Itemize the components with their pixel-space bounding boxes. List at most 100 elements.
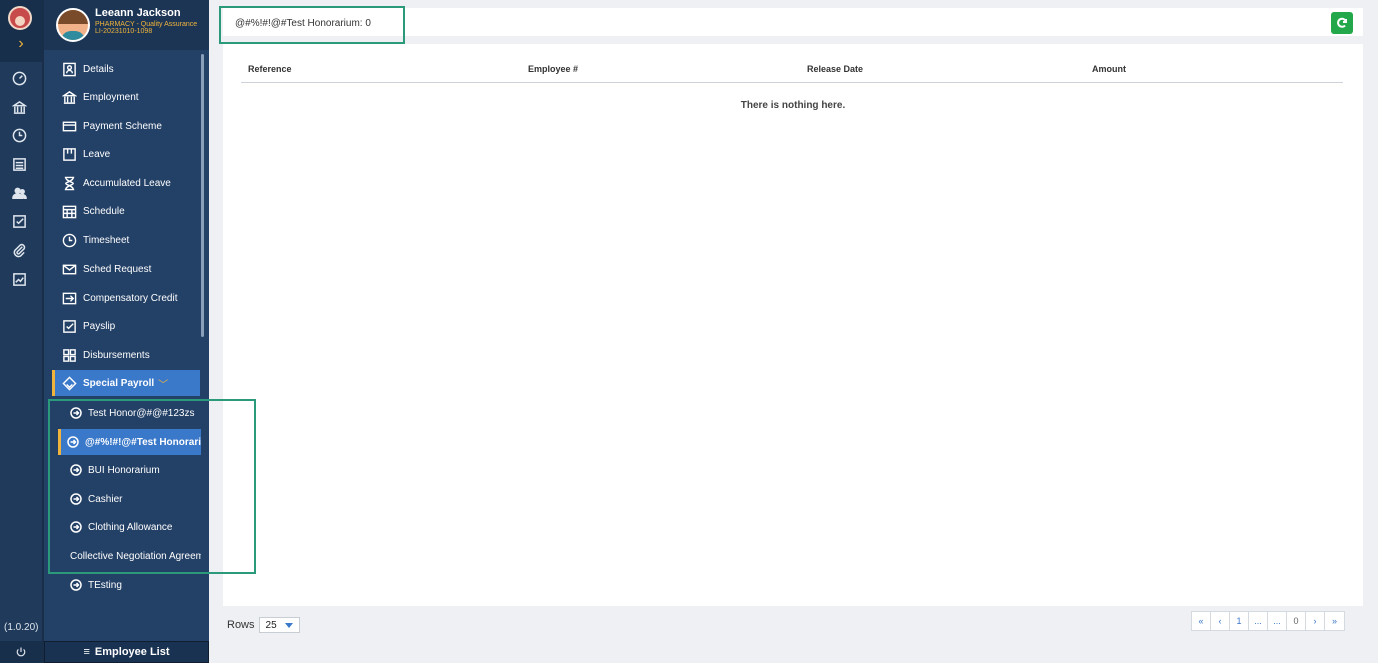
- column-header-amount[interactable]: Amount: [1092, 64, 1126, 74]
- sidebar-item-label: Timesheet: [83, 234, 130, 246]
- paperclip-icon[interactable]: [9, 240, 29, 260]
- user-role: PHARMACY - Quality Assurance: [95, 21, 198, 28]
- arrow-circle-icon: [70, 464, 82, 476]
- employee-list-button[interactable]: ≡ Employee List: [44, 641, 209, 663]
- rail-header: ›: [0, 0, 42, 62]
- sidebar-item-label: Leave: [83, 148, 111, 160]
- submenu-item-active[interactable]: @#%!#!@#Test Honorarium: [58, 429, 201, 455]
- submenu-item[interactable]: Clothing Allowance: [58, 514, 201, 540]
- sidebar-item-payslip[interactable]: Payslip: [44, 313, 201, 339]
- submenu-item-label: Clothing Allowance: [88, 521, 173, 533]
- sidebar-item-details[interactable]: Details: [44, 56, 201, 82]
- clock-icon: [61, 232, 77, 248]
- main-content: @#%!#!@#Test Honorarium: 0 Reference Emp…: [209, 0, 1378, 663]
- page-next-button[interactable]: ›: [1306, 612, 1325, 630]
- sidebar-item-label: Employment: [83, 91, 139, 103]
- submenu-item[interactable]: Test Honor@#@#123zs: [58, 400, 201, 426]
- checkbox-icon: [61, 318, 77, 334]
- empty-state-message: There is nothing here.: [740, 100, 846, 111]
- sidebar-item-label: Schedule: [83, 205, 125, 217]
- user-id: LI-20231010-1098: [95, 28, 153, 35]
- arrow-circle-icon: [67, 436, 79, 448]
- details-icon: [61, 61, 77, 77]
- refresh-button[interactable]: [1331, 12, 1353, 34]
- employee-list-label: Employee List: [94, 646, 170, 658]
- sidebar-item-label: Accumulated Leave: [83, 177, 171, 189]
- submenu-item-label: Test Honor@#@#123zs: [88, 407, 195, 419]
- user-profile[interactable]: Leeann Jackson PHARMACY - Quality Assura…: [44, 0, 209, 50]
- page-title: @#%!#!@#Test Honorarium: 0: [235, 18, 371, 29]
- submenu-item[interactable]: Collective Negotiation Agreeme: [58, 543, 201, 569]
- sidebar-item-employment[interactable]: Employment: [44, 84, 201, 110]
- submenu-item-label: Cashier: [88, 493, 123, 505]
- page-button[interactable]: 1: [1230, 612, 1249, 630]
- column-header-release-date[interactable]: Release Date: [807, 64, 863, 74]
- sidebar-item-special-payroll[interactable]: Special Payroll ﹀: [52, 370, 200, 396]
- column-header-employee[interactable]: Employee #: [528, 64, 578, 74]
- list-icon[interactable]: [9, 154, 29, 174]
- sidebar-item-compensatory-credit[interactable]: Compensatory Credit: [44, 285, 201, 311]
- sidebar-scrollbar[interactable]: [201, 54, 204, 337]
- sidebar-item-disbursements[interactable]: Disbursements: [44, 342, 201, 368]
- sidebar-item-payment-scheme[interactable]: Payment Scheme: [44, 113, 201, 139]
- power-icon[interactable]: [0, 641, 42, 663]
- submenu-item-label: BUI Honorarium: [88, 464, 160, 476]
- sidebar-item-label: Compensatory Credit: [83, 292, 178, 304]
- avatar: [56, 8, 90, 42]
- submenu-item[interactable]: BUI Honorarium: [58, 457, 201, 483]
- submenu-item[interactable]: TEsting: [58, 572, 201, 598]
- menu-icon: ≡: [83, 646, 90, 658]
- sidebar-item-sched-request[interactable]: Sched Request: [44, 256, 201, 282]
- page-last-button[interactable]: »: [1325, 612, 1344, 630]
- submenu-item[interactable]: Cashier: [58, 486, 201, 512]
- user-name: Leeann Jackson: [95, 7, 181, 19]
- clock-icon[interactable]: [9, 125, 29, 145]
- column-header-reference[interactable]: Reference: [248, 64, 292, 74]
- header-divider: [241, 82, 1343, 83]
- rows-per-page: Rows 25: [227, 617, 300, 633]
- arrow-circle-icon: [70, 407, 82, 419]
- app-logo: [8, 6, 32, 30]
- submenu-item-label: TEsting: [88, 579, 122, 591]
- hourglass-icon: [61, 175, 77, 191]
- sidebar-item-label: Disbursements: [83, 349, 150, 361]
- sidebar-item-timesheet[interactable]: Timesheet: [44, 227, 201, 253]
- sidebar-item-accumulated-leave[interactable]: Accumulated Leave: [44, 170, 201, 196]
- sidebar-item-label: Details: [83, 63, 114, 75]
- users-icon[interactable]: [9, 183, 29, 203]
- page-ellipsis[interactable]: ...: [1268, 612, 1287, 630]
- chart-icon[interactable]: [9, 269, 29, 289]
- page-header: @#%!#!@#Test Honorarium: 0: [223, 8, 1363, 36]
- dashboard-icon[interactable]: [9, 68, 29, 88]
- sidebar-item-label: Sched Request: [83, 263, 152, 275]
- mail-icon: [61, 261, 77, 277]
- page-ellipsis[interactable]: ...: [1249, 612, 1268, 630]
- leave-icon: [61, 146, 77, 162]
- app-version: (1.0.20): [4, 622, 39, 633]
- sidebar-item-label: Special Payroll: [83, 377, 155, 389]
- sidebar-item-label: Payment Scheme: [83, 120, 162, 132]
- grid-icon: [61, 347, 77, 363]
- sidebar-item-leave[interactable]: Leave: [44, 141, 201, 167]
- refresh-icon: [1337, 17, 1347, 28]
- sidebar-item-schedule[interactable]: Schedule: [44, 198, 201, 224]
- sidebar: Leeann Jackson PHARMACY - Quality Assura…: [42, 0, 209, 663]
- submenu-item-label: @#%!#!@#Test Honorarium: [85, 436, 201, 448]
- checkbox-icon[interactable]: [9, 211, 29, 231]
- card-icon: [61, 118, 77, 134]
- expand-chevron-icon[interactable]: ›: [13, 35, 29, 53]
- data-table: Reference Employee # Release Date Amount…: [223, 44, 1363, 606]
- bank-icon: [61, 89, 77, 105]
- layers-icon: [61, 375, 77, 391]
- rows-select[interactable]: 25: [258, 617, 300, 633]
- chevron-down-icon: ﹀: [158, 379, 169, 391]
- rows-label: Rows: [227, 619, 255, 631]
- page-prev-button[interactable]: ‹: [1211, 612, 1230, 630]
- rows-value: 25: [265, 619, 277, 631]
- icon-rail: › (1.0.20): [0, 0, 42, 663]
- bank-icon[interactable]: [9, 97, 29, 117]
- arrow-circle-icon: [70, 579, 82, 591]
- page-first-button[interactable]: «: [1192, 612, 1211, 630]
- page-button[interactable]: 0: [1287, 612, 1306, 630]
- sidebar-item-label: Payslip: [83, 320, 116, 332]
